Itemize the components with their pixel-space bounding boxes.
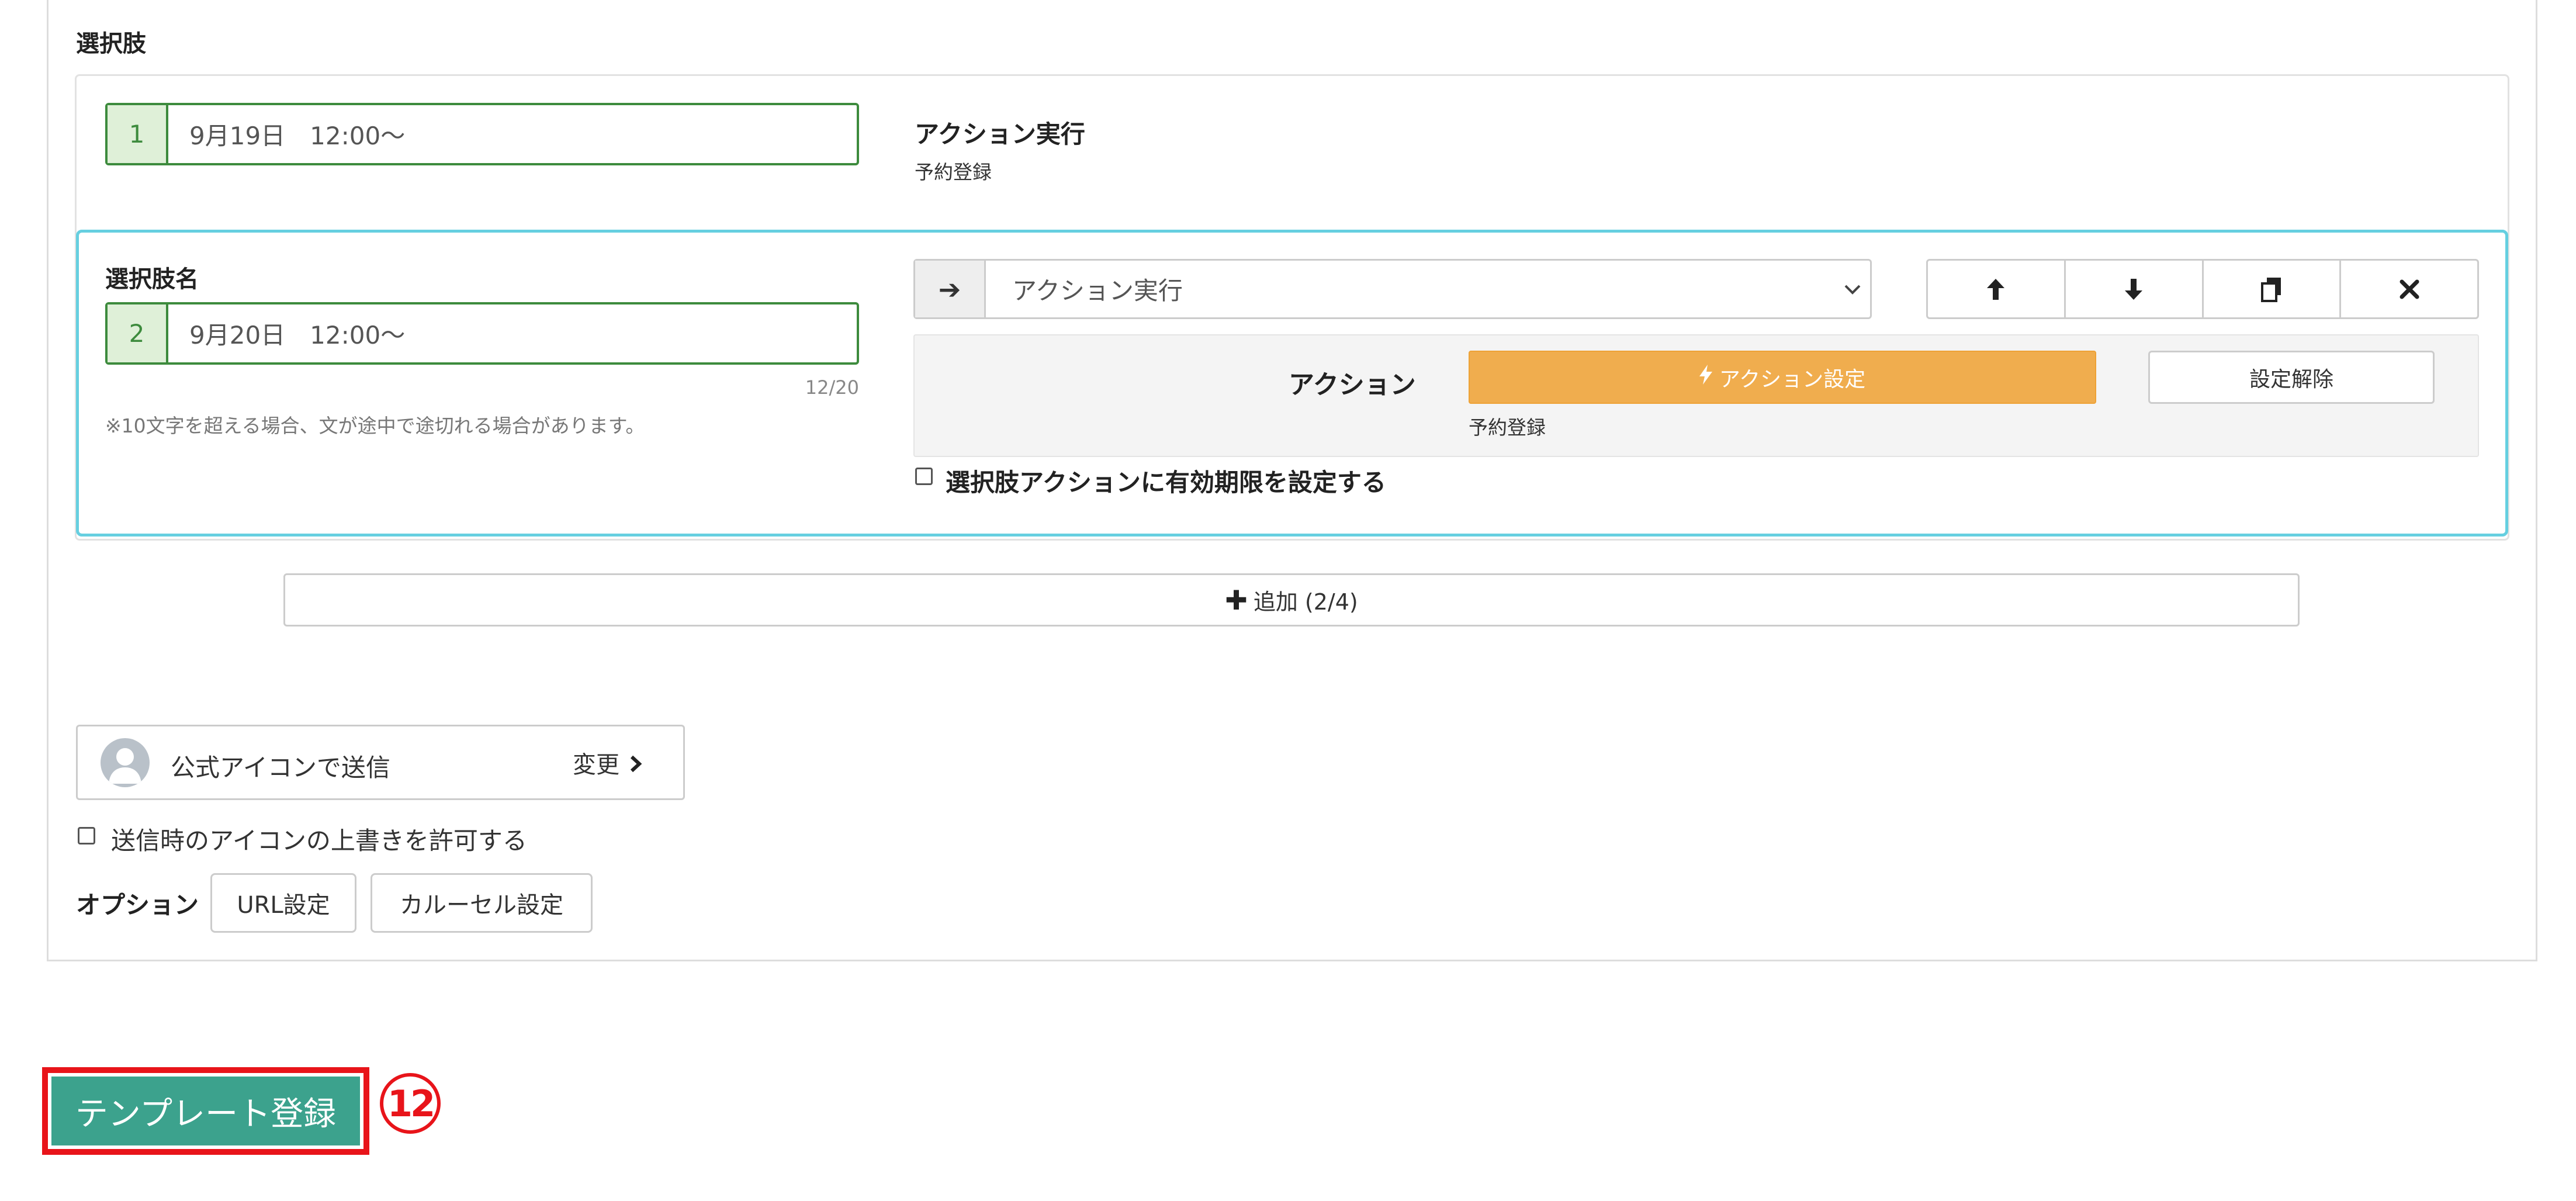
sender-label: 公式アイコンで送信 [171, 753, 390, 782]
choice-1-input[interactable]: 1 9月19日 12:00～ [105, 103, 859, 165]
choice-number: 1 [108, 105, 168, 163]
choice-number: 2 [108, 304, 168, 362]
choice-name-label: 選択肢名 [105, 266, 199, 293]
section-title: 選択肢 [76, 30, 146, 57]
arrow-up-icon [1987, 278, 2005, 300]
copy-button[interactable] [2204, 261, 2342, 317]
length-note: ※10文字を超える場合、文が途中で途切れる場合があります。 [105, 414, 645, 437]
choice-text[interactable]: 9月19日 12:00～ [168, 105, 857, 163]
step-marker: 12 [380, 1073, 441, 1134]
action-clear-button[interactable]: 設定解除 [2148, 351, 2435, 404]
choice-2-input[interactable]: 2 9月20日 12:00～ [105, 302, 859, 365]
char-counter: 12/20 [805, 376, 859, 399]
change-sender-link[interactable]: 変更 [573, 746, 642, 780]
choice-1-action-sub: 予約登録 [915, 161, 992, 184]
selected-action-label: 予約登録 [1469, 416, 1546, 439]
move-down-button[interactable] [2066, 261, 2204, 317]
action-setting-button[interactable]: アクション設定 [1469, 351, 2096, 404]
add-choice-label: 追加 (2/4) [1253, 589, 1358, 615]
action-type-select[interactable]: ➔ アクション実行 [913, 259, 1872, 319]
template-register-button[interactable]: テンプレート登録 [51, 1077, 360, 1145]
action-label: アクション [1289, 370, 1416, 400]
choice-1-action-title: アクション実行 [915, 120, 1085, 148]
plus-icon: ✚ [1225, 584, 1248, 616]
delete-button[interactable] [2341, 261, 2477, 317]
bolt-icon [1699, 365, 1712, 390]
options-label: オプション [76, 891, 199, 919]
expiry-checkbox[interactable] [915, 468, 933, 485]
action-type-value: アクション実行 [1012, 276, 1183, 305]
carousel-setting-button[interactable]: カルーセル設定 [371, 873, 593, 933]
move-up-button[interactable] [1928, 261, 2066, 317]
expiry-checkbox-label[interactable]: 選択肢アクションに有効期限を設定する [946, 463, 1386, 499]
icon-override-checkbox[interactable] [78, 827, 95, 844]
avatar [101, 738, 150, 787]
close-icon [2400, 279, 2419, 299]
add-choice-button[interactable]: ✚ 追加 (2/4) [283, 573, 2300, 627]
arrow-right-icon: ➔ [915, 261, 986, 317]
action-setting-label: アクション設定 [1719, 367, 1866, 392]
user-icon [109, 748, 141, 784]
change-label: 変更 [573, 752, 619, 778]
url-setting-button[interactable]: URL設定 [210, 873, 356, 933]
copy-icon [2260, 277, 2281, 302]
choice-text[interactable]: 9月20日 12:00～ [168, 304, 857, 362]
icon-override-label[interactable]: 送信時のアイコンの上書きを許可する [111, 821, 527, 857]
arrow-down-icon [2125, 278, 2143, 300]
chevron-down-icon [1835, 261, 1870, 317]
choice-control-group [1926, 259, 2479, 319]
chevron-right-icon [630, 755, 642, 773]
